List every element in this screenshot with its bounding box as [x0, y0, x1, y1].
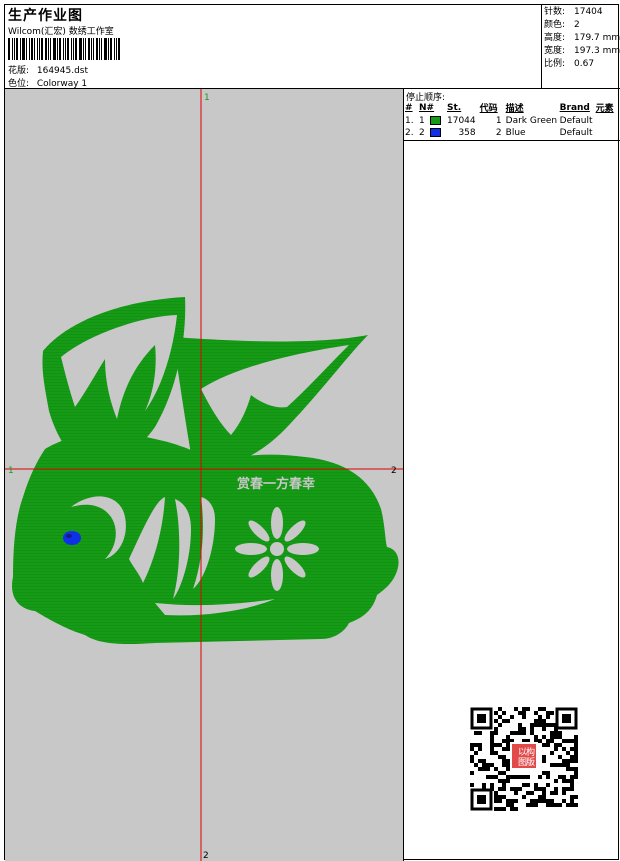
design-file: 164945.dst [36, 66, 89, 76]
subtitle: Wilcom(汇宏) 数绣工作室 [8, 27, 114, 37]
table-header-row: # N# St. 代码 描述 Brand 元素 [404, 101, 620, 115]
colorway-line: 色位: Colorway 1 [8, 76, 87, 89]
stat-colors: 颜色: 2 [544, 20, 580, 30]
col-index: # [405, 102, 413, 113]
stat-scale: 比例: 0.67 [544, 59, 595, 69]
col-code: 代码 [479, 104, 498, 114]
design-canvas: 赏春一方春幸 1 2 1 2 [5, 89, 404, 861]
stat-width: 宽度: 197.3 mm [544, 46, 620, 56]
colorway-value: Colorway 1 [36, 79, 88, 89]
col-description: 描述 [505, 104, 524, 114]
color-swatch [430, 128, 442, 138]
barcode [8, 38, 132, 60]
stat-stitches: 针数: 17404 [544, 7, 603, 17]
svg-text:构: 构 [526, 746, 535, 758]
color-swatch [430, 115, 442, 125]
col-n: N# [419, 102, 435, 113]
header-info: 生产作业图 Wilcom(汇宏) 数绣工作室 花版: 164945.dst 色位… [5, 5, 542, 89]
table-row[interactable]: 2. 2 358 2 Blue Default [404, 127, 620, 141]
col-stitches: St. [447, 102, 462, 113]
rabbit-eye-pupil [66, 534, 72, 538]
stop-sequence-table: # N# St. 代码 描述 Brand 元素 1. 1 17044 1 Dar… [404, 101, 620, 141]
col-brand: Brand [559, 102, 590, 113]
table-row[interactable]: 1. 1 17044 1 Dark Green Default [404, 114, 620, 127]
svg-text:版: 版 [526, 756, 535, 768]
design-file-line: 花版: 164945.dst [8, 63, 88, 76]
design-label: 花版: [8, 66, 30, 76]
stat-height: 高度: 179.7 mm [544, 33, 620, 43]
axis-label-top: 1 [204, 93, 210, 103]
stats-panel: 针数: 17404 颜色: 2 高度: 179.7 mm 宽度: 197.3 mm 比例… [542, 5, 620, 89]
qr-stamp: 以 构 图 版 [510, 742, 538, 770]
embroidery-text: 赏春一方春幸 [237, 476, 315, 492]
col-element: 元素 [595, 104, 614, 114]
page-title: 生产作业图 [8, 8, 83, 24]
axis-label-right: 2 [391, 466, 397, 476]
rabbit-eye [63, 531, 81, 545]
colorway-label: 色位: [8, 79, 30, 89]
qr-code: 以 构 图 版 [466, 703, 582, 815]
axis-label-left: 1 [8, 466, 14, 476]
embroidery-preview: 赏春一方春幸 1 2 1 2 [5, 89, 403, 861]
axis-label-bottom: 2 [203, 851, 209, 861]
